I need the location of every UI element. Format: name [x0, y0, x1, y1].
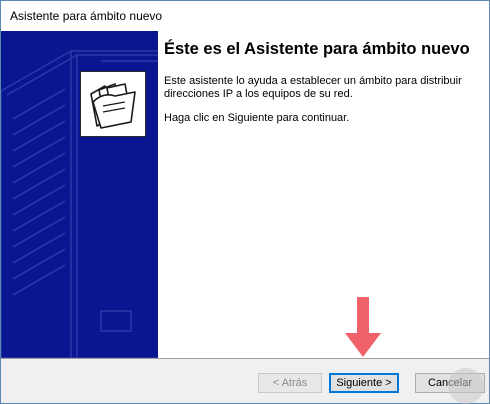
next-button[interactable]: Siguiente > — [329, 373, 399, 393]
watermark-logo — [448, 368, 484, 404]
window-title: Asistente para ámbito nuevo — [10, 9, 163, 23]
instruction-text: Haga clic en Siguiente para continuar. — [164, 112, 350, 124]
description-text: Este asistente lo ayuda a establecer un … — [164, 75, 462, 100]
back-button[interactable]: < Atrás — [258, 373, 322, 393]
down-arrow-icon — [343, 297, 383, 359]
wizard-content: Éste es el Asistente para ámbito nuevo E… — [164, 39, 474, 125]
folders-icon — [80, 71, 146, 137]
wizard-side-panel — [1, 31, 158, 358]
wizard-dialog: Asistente para ámbito nuevo Éste es el A… — [0, 0, 490, 404]
title-bar: Asistente para ámbito nuevo — [1, 1, 489, 31]
page-title: Éste es el Asistente para ámbito nuevo — [164, 40, 470, 58]
